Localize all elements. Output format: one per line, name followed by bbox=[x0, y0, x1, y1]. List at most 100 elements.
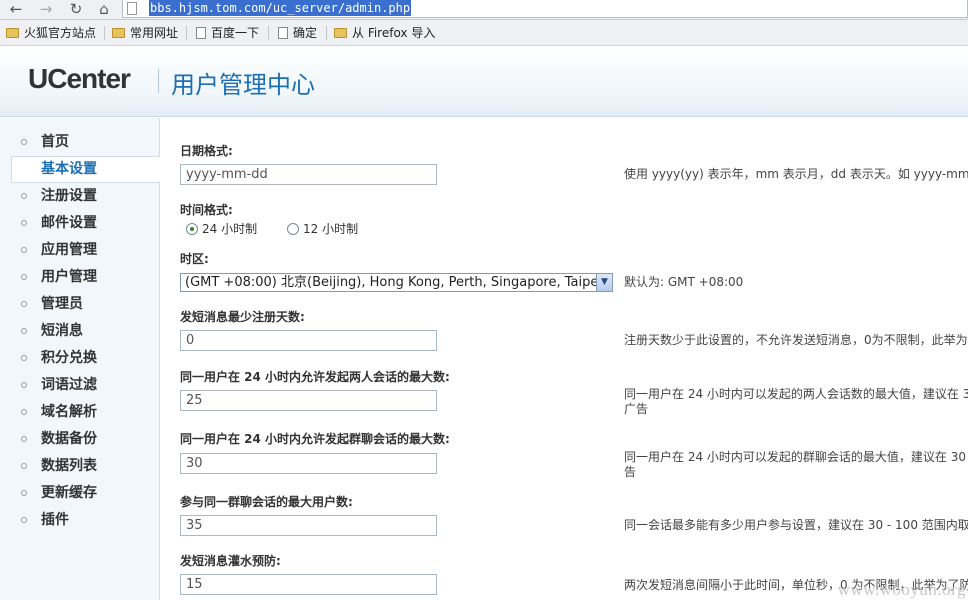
bullet-icon bbox=[21, 517, 27, 523]
sidebar-item-label: 管理员 bbox=[41, 296, 83, 312]
sidebar-item-label: 注册设置 bbox=[41, 188, 97, 204]
bookmark-separator bbox=[186, 26, 187, 40]
bookmark-label: 确定 bbox=[293, 26, 318, 40]
bullet-icon bbox=[21, 490, 27, 496]
bookmark-item[interactable]: 火狐官方站点 bbox=[6, 24, 96, 42]
bullet-icon bbox=[21, 463, 27, 469]
sidebar-item-dns[interactable]: 域名解析 bbox=[0, 399, 160, 426]
sidebar-item-label: 积分兑换 bbox=[41, 350, 97, 366]
bullet-icon bbox=[21, 247, 27, 253]
sidebar-item-label: 邮件设置 bbox=[41, 215, 97, 231]
sidebar-item-mail-settings[interactable]: 邮件设置 bbox=[0, 210, 160, 237]
bookmarks-bar: 火狐官方站点 常用网址 百度一下 确定 从 Firefox 导入 bbox=[0, 20, 968, 46]
max-private-sessions-input[interactable]: 25 bbox=[180, 390, 437, 411]
max-group-sessions-input[interactable]: 30 bbox=[180, 453, 437, 474]
bookmark-item[interactable]: 常用网址 bbox=[112, 24, 178, 42]
bookmark-separator bbox=[104, 26, 105, 40]
bookmark-item[interactable]: 从 Firefox 导入 bbox=[334, 24, 435, 42]
sidebar-item-register-settings[interactable]: 注册设置 bbox=[0, 183, 160, 210]
sidebar-item-credit-exchange[interactable]: 积分兑换 bbox=[0, 345, 160, 372]
bullet-icon bbox=[21, 274, 27, 280]
page-title: 用户管理中心 bbox=[171, 71, 315, 99]
bullet-icon bbox=[21, 301, 27, 307]
sidebar-item-home[interactable]: 首页 bbox=[0, 129, 160, 156]
pm-min-reg-days-input[interactable]: 0 bbox=[180, 330, 437, 351]
sidebar-item-user-management[interactable]: 用户管理 bbox=[0, 264, 160, 291]
time-format-12-radio[interactable]: 12 小时制 bbox=[287, 222, 358, 236]
sidebar-item-messages[interactable]: 短消息 bbox=[0, 318, 160, 345]
ucenter-logo[interactable]: UCenter bbox=[28, 63, 131, 95]
bullet-icon bbox=[21, 328, 27, 334]
timezone-label: 时区: bbox=[180, 252, 209, 266]
back-icon[interactable]: ← bbox=[6, 0, 26, 18]
sidebar-item-admins[interactable]: 管理员 bbox=[0, 291, 160, 318]
pm-flood-label: 发短消息灌水预防: bbox=[180, 554, 281, 568]
radio-checked-icon bbox=[186, 223, 198, 235]
forward-icon[interactable]: → bbox=[36, 0, 56, 18]
bookmark-label: 火狐官方站点 bbox=[24, 26, 97, 40]
header-divider bbox=[158, 69, 159, 93]
bookmark-label: 常用网址 bbox=[130, 26, 179, 40]
watermark: www.wooyun.org bbox=[837, 580, 966, 599]
page-icon bbox=[278, 27, 288, 39]
sidebar-item-label: 域名解析 bbox=[41, 404, 97, 420]
sidebar-item-backup[interactable]: 数据备份 bbox=[0, 426, 160, 453]
time-format-24-radio[interactable]: 24 小时制 bbox=[186, 222, 257, 236]
sidebar-item-label: 数据备份 bbox=[41, 431, 97, 447]
reload-icon[interactable]: ↻ bbox=[66, 0, 86, 18]
sidebar-item-update-cache[interactable]: 更新缓存 bbox=[0, 480, 160, 507]
timezone-value: (GMT +08:00) 北京(Beijing), Hong Kong, Per… bbox=[185, 275, 602, 290]
max-private-sessions-label: 同一用户在 24 小时内允许发起两人会话的最大数: bbox=[180, 370, 450, 384]
radio-label: 24 小时制 bbox=[202, 222, 258, 236]
sidebar-item-basic-settings[interactable]: 基本设置 bbox=[11, 156, 160, 183]
bullet-icon bbox=[21, 355, 27, 361]
max-private-sessions-help-2: 广告 bbox=[624, 402, 649, 416]
max-group-members-input[interactable]: 35 bbox=[180, 515, 437, 536]
sidebar-item-plugins[interactable]: 插件 bbox=[0, 507, 160, 534]
folder-icon bbox=[112, 28, 125, 38]
sidebar-item-word-filter[interactable]: 词语过滤 bbox=[0, 372, 160, 399]
date-format-label: 日期格式: bbox=[180, 144, 233, 158]
sidebar-item-label: 短消息 bbox=[41, 323, 83, 339]
bookmark-separator bbox=[326, 26, 327, 40]
time-format-label: 时间格式: bbox=[180, 203, 233, 217]
folder-icon bbox=[6, 28, 19, 38]
home-icon[interactable]: ⌂ bbox=[94, 0, 114, 18]
sidebar-item-label: 用户管理 bbox=[41, 269, 97, 285]
max-private-sessions-help: 同一用户在 24 小时内可以发起的两人会话数的最大值，建议在 3 bbox=[624, 387, 968, 401]
max-group-sessions-help-2: 告 bbox=[624, 465, 637, 479]
pm-flood-input[interactable]: 15 bbox=[180, 574, 437, 595]
bullet-icon bbox=[21, 139, 27, 145]
pm-min-reg-days-label: 发短消息最少注册天数: bbox=[180, 310, 305, 324]
timezone-select[interactable]: (GMT +08:00) 北京(Beijing), Hong Kong, Per… bbox=[180, 273, 613, 292]
bookmark-item[interactable]: 百度一下 bbox=[196, 24, 259, 42]
radio-label: 12 小时制 bbox=[303, 222, 359, 236]
app-header: UCenter 用户管理中心 bbox=[0, 47, 968, 117]
sidebar-item-label: 更新缓存 bbox=[41, 485, 97, 501]
bookmark-label: 从 Firefox 导入 bbox=[352, 26, 436, 40]
page-icon bbox=[127, 2, 137, 15]
bookmark-label: 百度一下 bbox=[211, 26, 260, 40]
url-text[interactable]: bbs.hjsm.tom.com/uc_server/admin.php bbox=[149, 0, 412, 16]
address-bar[interactable]: bbs.hjsm.tom.com/uc_server/admin.php bbox=[122, 0, 968, 18]
max-group-sessions-label: 同一用户在 24 小时内允许发起群聊会话的最大数: bbox=[180, 432, 450, 446]
date-format-help: 使用 yyyy(yy) 表示年，mm 表示月，dd 表示天。如 yyyy-mm bbox=[624, 167, 968, 181]
bookmark-item[interactable]: 确定 bbox=[278, 24, 317, 42]
max-group-members-help: 同一会话最多能有多少用户参与设置，建议在 30 - 100 范围内取 bbox=[624, 518, 968, 532]
bullet-icon bbox=[21, 409, 27, 415]
sidebar-nav: 首页 基本设置 注册设置 邮件设置 应用管理 用户管理 管理员 短消息 积分兑换… bbox=[0, 118, 160, 600]
max-group-members-label: 参与同一群聊会话的最大用户数: bbox=[180, 495, 353, 509]
sidebar-item-label: 插件 bbox=[41, 512, 69, 528]
page-icon bbox=[196, 27, 206, 39]
bullet-icon bbox=[21, 436, 27, 442]
max-group-sessions-help: 同一用户在 24 小时内可以发起的群聊会话的最大值，建议在 30 bbox=[624, 450, 966, 464]
radio-unchecked-icon bbox=[287, 223, 299, 235]
sidebar-item-label: 词语过滤 bbox=[41, 377, 97, 393]
date-format-input[interactable]: yyyy-mm-dd bbox=[180, 164, 437, 185]
chevron-down-icon[interactable]: ▼ bbox=[596, 274, 612, 291]
sidebar-item-label: 数据列表 bbox=[41, 458, 97, 474]
sidebar-item-label: 首页 bbox=[41, 134, 69, 150]
sidebar-item-data-list[interactable]: 数据列表 bbox=[0, 453, 160, 480]
sidebar-item-app-management[interactable]: 应用管理 bbox=[0, 237, 160, 264]
bullet-icon bbox=[21, 193, 27, 199]
